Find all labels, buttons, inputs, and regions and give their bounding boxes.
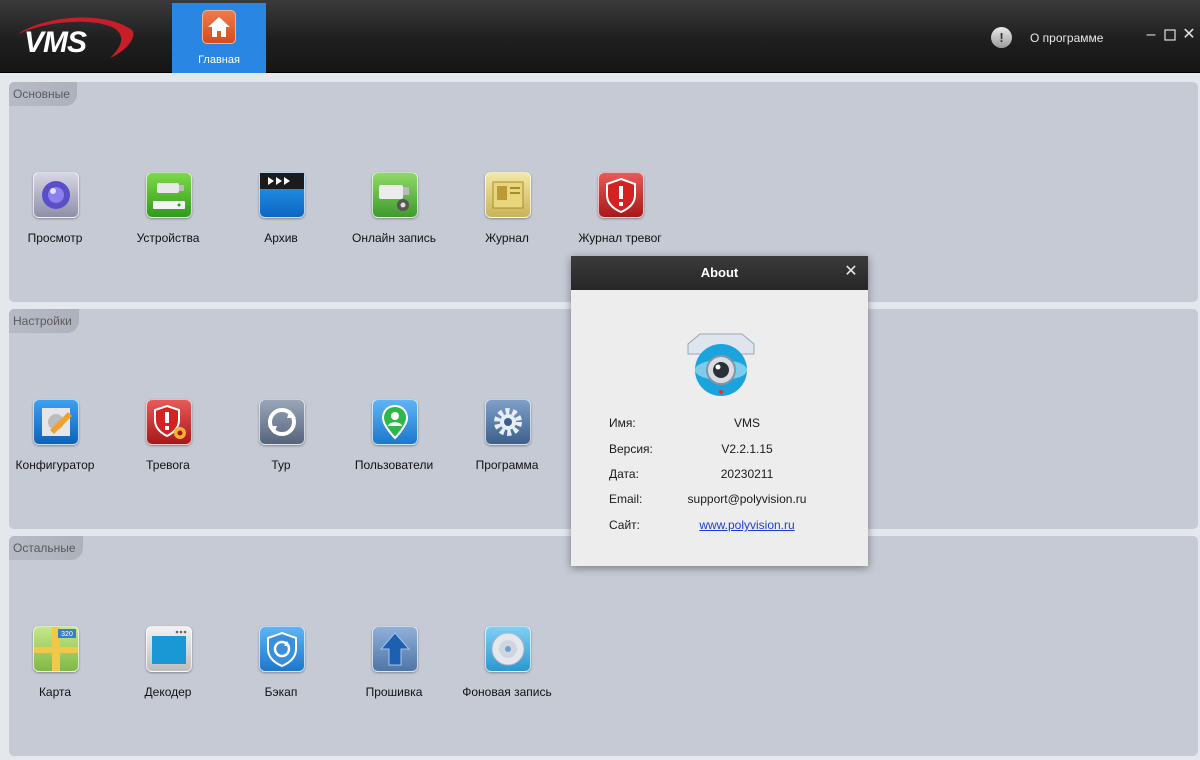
dialog-title: About xyxy=(571,256,868,290)
about-row-site: Сайт: www.polyvision.ru xyxy=(571,518,868,536)
decoder-icon xyxy=(146,626,192,672)
about-dialog: About ✕ Имя: VMS Версия: V2.2.1.15 Дата:… xyxy=(571,256,868,566)
firmware-upload-icon xyxy=(372,626,418,672)
program-gear-icon xyxy=(485,399,531,445)
tab-home[interactable]: Главная xyxy=(172,3,266,73)
tile-label: Тревога xyxy=(146,458,190,472)
tile-online-record[interactable]: Онлайн запись xyxy=(342,172,446,272)
about-value: V2.2.1.15 xyxy=(721,442,773,456)
tile-program[interactable]: Программа xyxy=(455,399,559,499)
tab-home-label: Главная xyxy=(198,54,240,66)
tile-alarm[interactable]: Тревога xyxy=(116,399,220,499)
tile-label: Прошивка xyxy=(365,685,423,699)
about-row-email: Email: support@polyvision.ru xyxy=(571,492,868,510)
tile-map[interactable]: 320 Карта xyxy=(3,626,107,726)
tile-archive[interactable]: Архив xyxy=(229,172,333,272)
tile-journal[interactable]: Журнал xyxy=(455,172,559,272)
tile-label: Программа xyxy=(475,458,539,472)
tile-decoder[interactable]: Декодер xyxy=(116,626,220,726)
about-key: Сайт: xyxy=(609,518,641,532)
tile-label: Карта xyxy=(38,685,72,699)
camera-logo-icon xyxy=(684,330,758,404)
tile-preview[interactable]: Просмотр xyxy=(3,172,107,272)
online-record-icon xyxy=(372,172,418,218)
about-key: Email: xyxy=(609,492,643,506)
alarm-icon xyxy=(146,399,192,445)
website-link[interactable]: www.polyvision.ru xyxy=(667,518,827,532)
tile-label: Просмотр xyxy=(27,231,83,245)
info-icon[interactable]: ! xyxy=(991,27,1012,48)
tour-icon xyxy=(259,399,305,445)
svg-text:320: 320 xyxy=(61,631,73,638)
tile-label: Архив xyxy=(264,231,298,245)
tile-devices[interactable]: Устройства xyxy=(116,172,220,272)
tile-background-record[interactable]: Фоновая запись xyxy=(455,626,559,726)
minimize-icon[interactable]: – xyxy=(1143,26,1159,44)
alarm-journal-icon xyxy=(598,172,644,218)
section-label-settings: Настройки xyxy=(9,309,79,333)
tile-label: Конфигуратор xyxy=(15,458,95,472)
vms-logo: VMS xyxy=(14,12,138,62)
close-icon[interactable]: ✕ xyxy=(1181,26,1197,44)
dialog-close-icon[interactable]: ✕ xyxy=(842,256,860,290)
backup-icon xyxy=(259,626,305,672)
about-row-name: Имя: VMS xyxy=(571,416,868,434)
maximize-icon[interactable] xyxy=(1162,26,1178,44)
about-row-version: Версия: V2.2.1.15 xyxy=(571,442,868,460)
preview-icon xyxy=(33,172,79,218)
about-key: Версия: xyxy=(609,442,653,456)
tile-label: Фоновая запись xyxy=(462,685,552,699)
tile-label: Устройства xyxy=(136,231,200,245)
configurator-icon xyxy=(33,399,79,445)
map-icon: 320 xyxy=(33,626,79,672)
tile-users[interactable]: Пользователи xyxy=(342,399,446,499)
about-key: Дата: xyxy=(609,467,639,481)
tile-label: Тур xyxy=(271,458,291,472)
logo-text: VMS xyxy=(24,26,87,59)
about-row-date: Дата: 20230211 xyxy=(571,467,868,485)
tile-label: Онлайн запись xyxy=(352,231,436,245)
tile-label: Бэкап xyxy=(264,685,298,699)
about-value: support@polyvision.ru xyxy=(687,492,807,506)
journal-icon xyxy=(485,172,531,218)
home-icon xyxy=(202,10,236,44)
users-icon xyxy=(372,399,418,445)
section-label-other: Остальные xyxy=(9,536,83,560)
tile-label: Журнал xyxy=(485,231,529,245)
tile-label: Журнал тревог xyxy=(578,231,662,245)
about-value: 20230211 xyxy=(720,467,774,481)
about-value: VMS xyxy=(733,416,760,430)
tile-tour[interactable]: Тур xyxy=(229,399,333,499)
section-label-main: Основные xyxy=(9,82,77,106)
archive-icon xyxy=(259,172,305,218)
about-key: Имя: xyxy=(609,416,636,430)
top-bar: VMS Главная ! О программе – ✕ xyxy=(0,0,1200,73)
background-record-icon xyxy=(485,626,531,672)
tile-label: Пользователи xyxy=(354,458,434,472)
tile-label: Декодер xyxy=(144,685,192,699)
about-program-link[interactable]: О программе xyxy=(1030,31,1103,45)
tile-configurator[interactable]: Конфигуратор xyxy=(3,399,107,499)
devices-icon xyxy=(146,172,192,218)
section-other: Остальные 320 Карта Декодер Бэкап Прошив… xyxy=(9,536,1198,756)
tile-backup[interactable]: Бэкап xyxy=(229,626,333,726)
tile-firmware[interactable]: Прошивка xyxy=(342,626,446,726)
